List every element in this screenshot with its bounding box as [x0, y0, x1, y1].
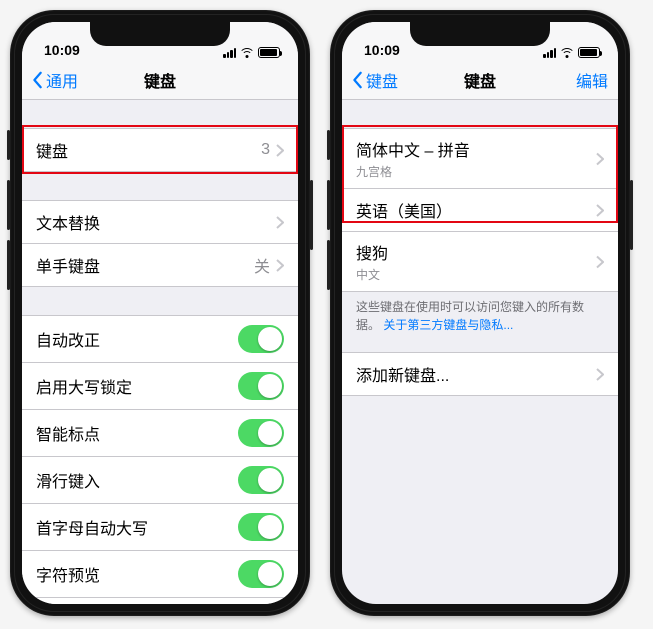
settings-list[interactable]: 键盘 3 文本替换: [22, 100, 298, 604]
row-label: 单手键盘: [36, 253, 100, 277]
signal-icon: [543, 48, 556, 58]
status-time: 10:09: [364, 42, 400, 58]
row-label: 添加新键盘...: [356, 362, 449, 386]
toggle-switch[interactable]: [238, 560, 284, 588]
chevron-right-icon: [276, 216, 284, 229]
row-value: 3: [261, 141, 270, 159]
chevron-right-icon: [276, 259, 284, 272]
row-label: 英语（美国）: [356, 198, 452, 222]
chevron-left-icon: [352, 71, 364, 89]
chevron-right-icon: [596, 204, 604, 217]
chevron-right-icon: [596, 255, 604, 268]
row-period-shortcut[interactable]: 句号快捷键: [22, 597, 298, 604]
screen-right: 10:09 键盘 键盘 编辑 简体中文 –: [342, 22, 618, 604]
keyboard-list[interactable]: 简体中文 – 拼音 九宫格 英语（美国） 搜狗 中文: [342, 100, 618, 604]
row-label: 字符预览: [36, 562, 100, 586]
row-char-preview[interactable]: 字符预览: [22, 550, 298, 597]
row-label: 首字母自动大写: [36, 515, 148, 539]
row-keyboard-zh[interactable]: 简体中文 – 拼音 九宫格: [342, 128, 618, 188]
row-one-handed[interactable]: 单手键盘 关: [22, 243, 298, 286]
row-label: 文本替换: [36, 210, 100, 234]
signal-icon: [223, 48, 236, 58]
row-auto-correct[interactable]: 自动改正: [22, 315, 298, 362]
toggle-switch[interactable]: [238, 372, 284, 400]
row-value: 关: [254, 253, 270, 277]
wifi-icon: [560, 48, 574, 58]
edit-label: 编辑: [576, 68, 608, 92]
row-keyboard-sogou[interactable]: 搜狗 中文: [342, 231, 618, 291]
chevron-right-icon: [596, 152, 604, 165]
battery-icon: [258, 47, 280, 58]
row-smart-punctuation[interactable]: 智能标点: [22, 409, 298, 456]
nav-title: 键盘: [464, 68, 496, 92]
toggle-switch[interactable]: [238, 513, 284, 541]
row-sublabel: 中文: [356, 266, 380, 283]
phone-right: 10:09 键盘 键盘 编辑 简体中文 –: [330, 10, 630, 616]
chevron-right-icon: [276, 144, 284, 157]
row-caps-lock[interactable]: 启用大写锁定: [22, 362, 298, 409]
row-auto-cap[interactable]: 首字母自动大写: [22, 503, 298, 550]
notch: [410, 22, 550, 46]
row-slide-type[interactable]: 滑行键入: [22, 456, 298, 503]
row-text-replacement[interactable]: 文本替换: [22, 200, 298, 243]
row-label: 自动改正: [36, 327, 100, 351]
toggle-switch[interactable]: [238, 466, 284, 494]
privacy-link[interactable]: 关于第三方键盘与隐私...: [383, 318, 513, 332]
row-label: 键盘: [36, 138, 68, 162]
nav-bar: 键盘 键盘 编辑: [342, 60, 618, 100]
footer-note: 这些键盘在使用时可以访问您键入的所有数据。 关于第三方键盘与隐私...: [342, 292, 618, 334]
status-time: 10:09: [44, 42, 80, 58]
screen-left: 10:09 通用 键盘 键盘 3: [22, 22, 298, 604]
row-label: 简体中文 – 拼音: [356, 137, 470, 161]
row-add-keyboard[interactable]: 添加新键盘...: [342, 352, 618, 395]
row-keyboard-en[interactable]: 英语（美国）: [342, 188, 618, 231]
row-label: 启用大写锁定: [36, 374, 132, 398]
battery-icon: [578, 47, 600, 58]
row-keyboards[interactable]: 键盘 3: [22, 128, 298, 171]
toggle-switch[interactable]: [238, 419, 284, 447]
row-sublabel: 九宫格: [356, 163, 392, 180]
toggle-switch[interactable]: [238, 325, 284, 353]
wifi-icon: [240, 48, 254, 58]
chevron-left-icon: [32, 71, 44, 89]
row-label: 搜狗: [356, 240, 388, 264]
status-indicators: [543, 47, 600, 58]
back-label: 键盘: [366, 68, 398, 92]
back-button[interactable]: 通用: [28, 60, 82, 99]
nav-title: 键盘: [144, 68, 176, 92]
row-label: 滑行键入: [36, 468, 100, 492]
phone-left: 10:09 通用 键盘 键盘 3: [10, 10, 310, 616]
chevron-right-icon: [596, 368, 604, 381]
row-label: 智能标点: [36, 421, 100, 445]
notch: [90, 22, 230, 46]
edit-button[interactable]: 编辑: [576, 60, 608, 99]
back-button[interactable]: 键盘: [348, 60, 402, 99]
status-indicators: [223, 47, 280, 58]
nav-bar: 通用 键盘: [22, 60, 298, 100]
back-label: 通用: [46, 68, 78, 92]
